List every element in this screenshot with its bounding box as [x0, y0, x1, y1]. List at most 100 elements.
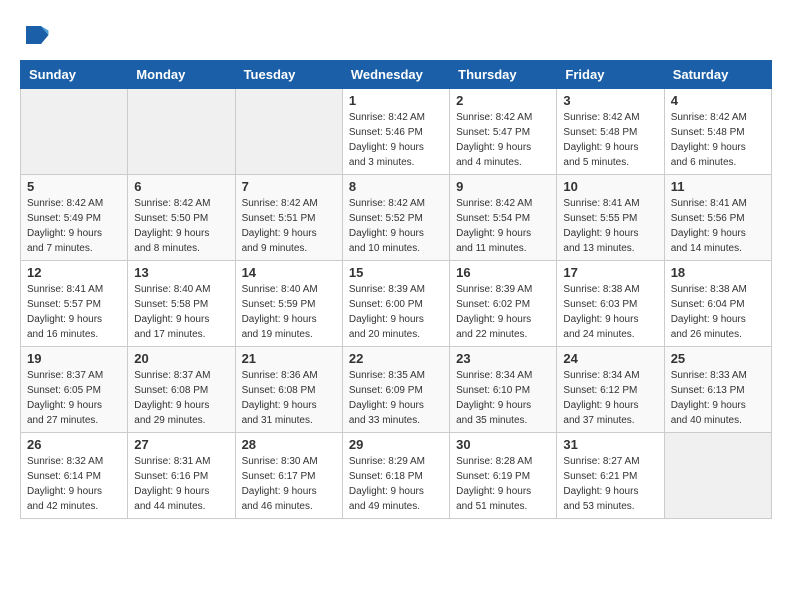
day-number: 6 — [134, 179, 228, 194]
day-info: Sunrise: 8:35 AMSunset: 6:09 PMDaylight:… — [349, 368, 443, 428]
calendar-day-cell: 12 Sunrise: 8:41 AMSunset: 5:57 PMDayligh… — [21, 261, 128, 347]
day-number: 14 — [242, 265, 336, 280]
day-info: Sunrise: 8:37 AMSunset: 6:08 PMDaylight:… — [134, 368, 228, 428]
day-number: 31 — [563, 437, 657, 452]
day-info: Sunrise: 8:33 AMSunset: 6:13 PMDaylight:… — [671, 368, 765, 428]
day-number: 19 — [27, 351, 121, 366]
day-info: Sunrise: 8:38 AMSunset: 6:04 PMDaylight:… — [671, 282, 765, 342]
day-info: Sunrise: 8:42 AMSunset: 5:54 PMDaylight:… — [456, 196, 550, 256]
calendar-day-cell — [235, 89, 342, 175]
calendar-day-cell: 6 Sunrise: 8:42 AMSunset: 5:50 PMDaylight… — [128, 175, 235, 261]
day-number: 28 — [242, 437, 336, 452]
day-info: Sunrise: 8:40 AMSunset: 5:58 PMDaylight:… — [134, 282, 228, 342]
calendar-week-row: 1 Sunrise: 8:42 AMSunset: 5:46 PMDaylight… — [21, 89, 772, 175]
day-number: 3 — [563, 93, 657, 108]
calendar-header-row: SundayMondayTuesdayWednesdayThursdayFrid… — [21, 61, 772, 89]
calendar-day-cell: 28 Sunrise: 8:30 AMSunset: 6:17 PMDayligh… — [235, 433, 342, 519]
day-number: 4 — [671, 93, 765, 108]
day-info: Sunrise: 8:42 AMSunset: 5:50 PMDaylight:… — [134, 196, 228, 256]
day-info: Sunrise: 8:42 AMSunset: 5:48 PMDaylight:… — [671, 110, 765, 170]
weekday-header: Tuesday — [235, 61, 342, 89]
day-info: Sunrise: 8:39 AMSunset: 6:00 PMDaylight:… — [349, 282, 443, 342]
calendar-day-cell: 1 Sunrise: 8:42 AMSunset: 5:46 PMDaylight… — [342, 89, 449, 175]
day-info: Sunrise: 8:39 AMSunset: 6:02 PMDaylight:… — [456, 282, 550, 342]
calendar-table: SundayMondayTuesdayWednesdayThursdayFrid… — [20, 60, 772, 519]
calendar-day-cell: 14 Sunrise: 8:40 AMSunset: 5:59 PMDayligh… — [235, 261, 342, 347]
day-info: Sunrise: 8:27 AMSunset: 6:21 PMDaylight:… — [563, 454, 657, 514]
calendar-day-cell: 20 Sunrise: 8:37 AMSunset: 6:08 PMDayligh… — [128, 347, 235, 433]
day-info: Sunrise: 8:40 AMSunset: 5:59 PMDaylight:… — [242, 282, 336, 342]
calendar-day-cell: 9 Sunrise: 8:42 AMSunset: 5:54 PMDaylight… — [450, 175, 557, 261]
day-number: 12 — [27, 265, 121, 280]
day-number: 8 — [349, 179, 443, 194]
calendar-day-cell: 13 Sunrise: 8:40 AMSunset: 5:58 PMDayligh… — [128, 261, 235, 347]
weekday-header: Saturday — [664, 61, 771, 89]
weekday-header: Friday — [557, 61, 664, 89]
weekday-header: Wednesday — [342, 61, 449, 89]
day-number: 23 — [456, 351, 550, 366]
calendar-day-cell — [128, 89, 235, 175]
day-info: Sunrise: 8:42 AMSunset: 5:46 PMDaylight:… — [349, 110, 443, 170]
calendar-day-cell: 4 Sunrise: 8:42 AMSunset: 5:48 PMDaylight… — [664, 89, 771, 175]
calendar-day-cell: 16 Sunrise: 8:39 AMSunset: 6:02 PMDayligh… — [450, 261, 557, 347]
day-number: 7 — [242, 179, 336, 194]
weekday-header: Thursday — [450, 61, 557, 89]
day-number: 13 — [134, 265, 228, 280]
day-info: Sunrise: 8:29 AMSunset: 6:18 PMDaylight:… — [349, 454, 443, 514]
day-info: Sunrise: 8:42 AMSunset: 5:48 PMDaylight:… — [563, 110, 657, 170]
calendar-day-cell — [664, 433, 771, 519]
day-info: Sunrise: 8:34 AMSunset: 6:10 PMDaylight:… — [456, 368, 550, 428]
calendar-day-cell: 22 Sunrise: 8:35 AMSunset: 6:09 PMDayligh… — [342, 347, 449, 433]
day-number: 22 — [349, 351, 443, 366]
day-info: Sunrise: 8:38 AMSunset: 6:03 PMDaylight:… — [563, 282, 657, 342]
day-info: Sunrise: 8:37 AMSunset: 6:05 PMDaylight:… — [27, 368, 121, 428]
day-info: Sunrise: 8:41 AMSunset: 5:57 PMDaylight:… — [27, 282, 121, 342]
calendar-day-cell: 19 Sunrise: 8:37 AMSunset: 6:05 PMDayligh… — [21, 347, 128, 433]
day-number: 17 — [563, 265, 657, 280]
day-number: 20 — [134, 351, 228, 366]
day-number: 9 — [456, 179, 550, 194]
day-number: 18 — [671, 265, 765, 280]
calendar-day-cell: 2Sunrise: 8:42 AMSunset: 5:47 PMDaylight… — [450, 89, 557, 175]
day-number: 29 — [349, 437, 443, 452]
calendar-day-cell: 18 Sunrise: 8:38 AMSunset: 6:04 PMDayligh… — [664, 261, 771, 347]
calendar-day-cell: 15 Sunrise: 8:39 AMSunset: 6:00 PMDayligh… — [342, 261, 449, 347]
day-number: 5 — [27, 179, 121, 194]
day-number: 11 — [671, 179, 765, 194]
calendar-day-cell: 30Sunrise: 8:28 AMSunset: 6:19 PMDayligh… — [450, 433, 557, 519]
day-number: 21 — [242, 351, 336, 366]
day-info: Sunrise: 8:28 AMSunset: 6:19 PMDaylight:… — [456, 454, 550, 514]
calendar-day-cell: 8 Sunrise: 8:42 AMSunset: 5:52 PMDaylight… — [342, 175, 449, 261]
day-info: Sunrise: 8:41 AMSunset: 5:55 PMDaylight:… — [563, 196, 657, 256]
calendar-week-row: 5 Sunrise: 8:42 AMSunset: 5:49 PMDaylight… — [21, 175, 772, 261]
day-info: Sunrise: 8:42 AMSunset: 5:47 PMDaylight:… — [456, 110, 550, 170]
day-info: Sunrise: 8:42 AMSunset: 5:51 PMDaylight:… — [242, 196, 336, 256]
calendar-day-cell — [21, 89, 128, 175]
day-number: 25 — [671, 351, 765, 366]
weekday-header: Monday — [128, 61, 235, 89]
day-number: 24 — [563, 351, 657, 366]
calendar-week-row: 26Sunrise: 8:32 AMSunset: 6:14 PMDayligh… — [21, 433, 772, 519]
weekday-header: Sunday — [21, 61, 128, 89]
day-info: Sunrise: 8:31 AMSunset: 6:16 PMDaylight:… — [134, 454, 228, 514]
calendar-day-cell: 31 Sunrise: 8:27 AMSunset: 6:21 PMDayligh… — [557, 433, 664, 519]
day-info: Sunrise: 8:30 AMSunset: 6:17 PMDaylight:… — [242, 454, 336, 514]
calendar-day-cell: 21Sunrise: 8:36 AMSunset: 6:08 PMDayligh… — [235, 347, 342, 433]
logo-icon — [20, 20, 50, 50]
calendar-day-cell: 27Sunrise: 8:31 AMSunset: 6:16 PMDayligh… — [128, 433, 235, 519]
calendar-day-cell: 3 Sunrise: 8:42 AMSunset: 5:48 PMDaylight… — [557, 89, 664, 175]
day-number: 10 — [563, 179, 657, 194]
day-info: Sunrise: 8:34 AMSunset: 6:12 PMDaylight:… — [563, 368, 657, 428]
day-number: 16 — [456, 265, 550, 280]
page-header — [20, 20, 772, 50]
day-info: Sunrise: 8:42 AMSunset: 5:52 PMDaylight:… — [349, 196, 443, 256]
calendar-week-row: 19 Sunrise: 8:37 AMSunset: 6:05 PMDayligh… — [21, 347, 772, 433]
logo — [20, 20, 54, 50]
calendar-day-cell: 24 Sunrise: 8:34 AMSunset: 6:12 PMDayligh… — [557, 347, 664, 433]
calendar-day-cell: 25 Sunrise: 8:33 AMSunset: 6:13 PMDayligh… — [664, 347, 771, 433]
calendar-day-cell: 11Sunrise: 8:41 AMSunset: 5:56 PMDayligh… — [664, 175, 771, 261]
day-info: Sunrise: 8:42 AMSunset: 5:49 PMDaylight:… — [27, 196, 121, 256]
day-number: 1 — [349, 93, 443, 108]
day-number: 15 — [349, 265, 443, 280]
calendar-day-cell: 7 Sunrise: 8:42 AMSunset: 5:51 PMDaylight… — [235, 175, 342, 261]
